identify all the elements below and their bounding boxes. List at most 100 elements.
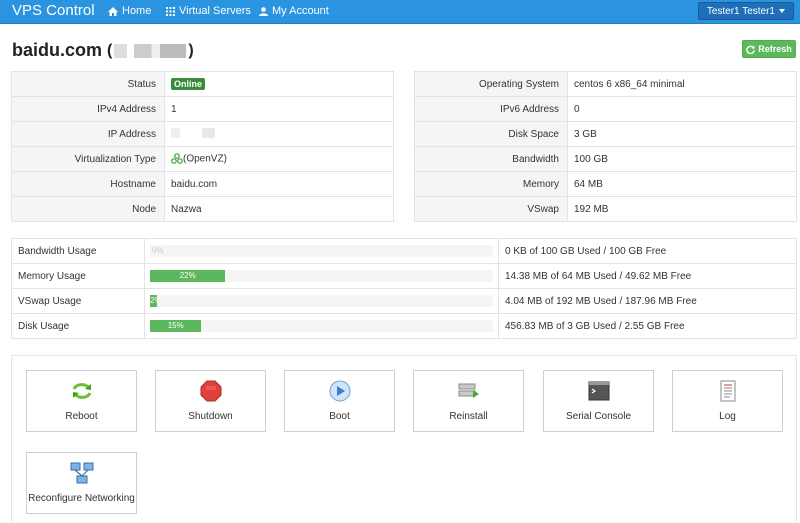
nav-virtual-servers[interactable]: Virtual Servers xyxy=(166,5,251,17)
progress-track: 2% xyxy=(150,295,493,307)
user-name: Tester1 Tester1 xyxy=(706,5,775,17)
status-badge: Online xyxy=(171,78,206,90)
openvz-icon xyxy=(171,153,183,164)
nav-my-account-label: My Account xyxy=(272,5,329,17)
brand-logo[interactable]: VPS Control xyxy=(12,2,95,19)
serial-console-button[interactable]: Serial Console xyxy=(543,370,654,432)
virtualization-type: (OpenVZ) xyxy=(183,153,227,165)
usage-detail: 14.38 MB of 64 MB Used / 49.62 MB Free xyxy=(498,263,797,289)
shutdown-button[interactable]: Shutdown xyxy=(155,370,266,432)
nav-my-account[interactable]: My Account xyxy=(259,5,329,17)
usage-row-bandwidth: Bandwidth Usage 0% 0 KB of 100 GB Used /… xyxy=(11,238,797,264)
info-label: VSwap xyxy=(414,196,568,222)
info-label: Disk Space xyxy=(414,121,568,147)
info-label: Node xyxy=(11,196,165,222)
log-button[interactable]: Log xyxy=(672,370,783,432)
shutdown-icon xyxy=(200,380,222,402)
usage-label: Bandwidth Usage xyxy=(11,238,145,264)
log-icon xyxy=(719,380,737,402)
boot-button[interactable]: Boot xyxy=(284,370,395,432)
server-info-table-right: Operating System centos 6 x86_64 minimal… xyxy=(414,71,797,222)
shutdown-label: Shutdown xyxy=(188,411,233,422)
server-info-table-left: Status Online IPv4 Address 1 IP Address … xyxy=(11,71,394,222)
usage-row-disk: Disk Usage 15% 456.83 MB of 3 GB Used / … xyxy=(11,313,797,339)
info-value-cell xyxy=(164,121,394,147)
nav-home[interactable]: Home xyxy=(108,5,151,17)
usage-row-vswap: VSwap Usage 2% 4.04 MB of 192 MB Used / … xyxy=(11,288,797,314)
user-icon xyxy=(259,6,268,16)
nav-virtual-servers-label: Virtual Servers xyxy=(179,5,251,17)
info-label: IPv4 Address xyxy=(11,96,165,122)
redacted-ip xyxy=(114,43,187,58)
info-value: centos 6 x86_64 minimal xyxy=(567,71,797,97)
usage-label: Memory Usage xyxy=(11,263,145,289)
boot-icon xyxy=(329,380,351,402)
progress-track: 15% xyxy=(150,320,493,332)
refresh-label: Refresh xyxy=(758,44,792,54)
resource-usage-table: Bandwidth Usage 0% 0 KB of 100 GB Used /… xyxy=(11,238,797,339)
info-row-ipv4: IPv4 Address 1 xyxy=(11,96,394,122)
reboot-label: Reboot xyxy=(65,411,98,422)
reinstall-button[interactable]: Reinstall xyxy=(413,370,524,432)
refresh-icon xyxy=(746,44,756,54)
info-row-status: Status Online xyxy=(11,71,394,97)
info-value: 3 GB xyxy=(567,121,797,147)
reconfigure-networking-button[interactable]: Reconfigure Networking xyxy=(26,452,137,514)
usage-label: Disk Usage xyxy=(11,313,145,339)
chevron-down-icon xyxy=(779,9,785,13)
progress-fill: 0% xyxy=(150,245,493,257)
server-hostname-title: baidu.com xyxy=(12,40,103,60)
info-label: Operating System xyxy=(414,71,568,97)
progress-percent: 2% xyxy=(150,296,157,305)
info-value: 100 GB xyxy=(567,146,797,172)
info-label: Virtualization Type xyxy=(11,146,165,172)
usage-label: VSwap Usage xyxy=(11,288,145,314)
info-label: Bandwidth xyxy=(414,146,568,172)
title-open-paren: ( xyxy=(107,41,113,59)
usage-bar-cell: 2% xyxy=(144,288,499,314)
network-icon xyxy=(70,462,94,484)
progress-track: 22% xyxy=(150,270,493,282)
progress-percent: 0% xyxy=(152,246,164,255)
info-value: 1 xyxy=(164,96,394,122)
home-icon xyxy=(108,6,118,16)
info-row-ip-address: IP Address xyxy=(11,121,394,147)
usage-detail: 4.04 MB of 192 MB Used / 187.96 MB Free xyxy=(498,288,797,314)
info-row-node: Node Nazwa xyxy=(11,196,394,222)
log-label: Log xyxy=(719,411,736,422)
reboot-button[interactable]: Reboot xyxy=(26,370,137,432)
progress-fill: 2% xyxy=(150,295,157,307)
info-row-disk-space: Disk Space 3 GB xyxy=(414,121,797,147)
info-value: 192 MB xyxy=(567,196,797,222)
usage-detail: 0 KB of 100 GB Used / 100 GB Free xyxy=(498,238,797,264)
reinstall-label: Reinstall xyxy=(449,411,488,422)
info-row-vswap: VSwap 192 MB xyxy=(414,196,797,222)
info-label: Memory xyxy=(414,171,568,197)
reconfigure-networking-label: Reconfigure Networking xyxy=(28,493,135,504)
refresh-button[interactable]: Refresh xyxy=(742,40,796,58)
page-title: baidu.com ( ) xyxy=(12,40,194,61)
grid-icon xyxy=(166,6,175,16)
progress-percent: 15% xyxy=(167,321,184,330)
info-label: Hostname xyxy=(11,171,165,197)
user-menu-button[interactable]: Tester1 Tester1 xyxy=(697,2,794,20)
info-label: IP Address xyxy=(11,121,165,147)
info-label: IPv6 Address xyxy=(414,96,568,122)
info-row-virtualization: Virtualization Type (OpenVZ) xyxy=(11,146,394,172)
reboot-icon xyxy=(71,380,93,402)
info-row-memory: Memory 64 MB xyxy=(414,171,797,197)
boot-label: Boot xyxy=(329,411,350,422)
serial-console-label: Serial Console xyxy=(565,411,632,422)
usage-bar-cell: 15% xyxy=(144,313,499,339)
progress-track: 0% xyxy=(150,245,493,257)
info-value: Nazwa xyxy=(164,196,394,222)
info-label: Status xyxy=(11,71,165,97)
info-value-cell: Online xyxy=(164,71,394,97)
info-row-bandwidth: Bandwidth 100 GB xyxy=(414,146,797,172)
progress-fill: 22% xyxy=(150,270,226,282)
usage-row-memory: Memory Usage 22% 14.38 MB of 64 MB Used … xyxy=(11,263,797,289)
server-actions-panel: Reboot Shutdown Boot Reinstall Serial Co… xyxy=(11,355,797,523)
progress-percent: 22% xyxy=(179,271,196,280)
info-row-ipv6: IPv6 Address 0 xyxy=(414,96,797,122)
reinstall-icon xyxy=(457,380,481,402)
